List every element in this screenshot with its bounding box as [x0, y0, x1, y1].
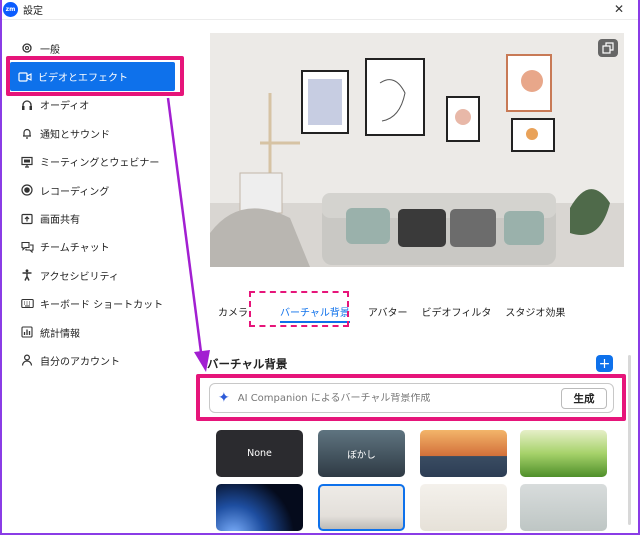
- thumbnail-living-room[interactable]: [318, 484, 405, 531]
- thumbnail-grass[interactable]: [520, 430, 607, 477]
- sidebar-item-accessibility[interactable]: アクセシビリティ: [0, 261, 200, 289]
- sidebar-item-label: チームチャット: [40, 243, 110, 255]
- ai-prompt-input[interactable]: [237, 392, 548, 404]
- sidebar-item-label: オーディオ: [40, 101, 90, 113]
- tab-avatar[interactable]: アバター: [368, 302, 408, 323]
- person-icon: [20, 353, 34, 367]
- sidebar-item-label: 一般: [40, 44, 60, 56]
- sidebar-item-meetings[interactable]: ミーティングとウェビナー: [0, 148, 200, 176]
- title-bar: zm 設定 ✕: [0, 0, 640, 20]
- thumbnail-label: ぼかし: [347, 449, 376, 461]
- gear-icon: [20, 41, 34, 55]
- sidebar-item-notifications[interactable]: 通知とサウンド: [0, 119, 200, 147]
- tab-video-filter[interactable]: ビデオフィルタ: [422, 302, 492, 323]
- thumbnail-christmas[interactable]: [420, 484, 507, 531]
- sidebar-item-team-chat[interactable]: チームチャット: [0, 233, 200, 261]
- sparkle-icon: ✦: [218, 390, 230, 406]
- active-tab-highlight-annotation: [249, 291, 349, 327]
- thumbnail-office[interactable]: [520, 484, 607, 531]
- chat-icon: [20, 240, 34, 254]
- ai-companion-box: ✦ 生成: [209, 383, 614, 413]
- add-background-button[interactable]: +: [596, 355, 613, 372]
- sidebar-item-screen-share[interactable]: 画面共有: [0, 204, 200, 232]
- generate-button[interactable]: 生成: [561, 388, 607, 409]
- sidebar-item-keyboard-shortcuts[interactable]: キーボード ショートカット: [0, 290, 200, 318]
- sidebar-item-statistics[interactable]: 統計情報: [0, 318, 200, 346]
- sidebar-item-label: 画面共有: [40, 215, 80, 227]
- close-button[interactable]: ✕: [614, 2, 624, 16]
- sidebar-item-label: 自分のアカウント: [40, 356, 120, 368]
- sidebar-item-label: キーボード ショートカット: [40, 300, 164, 312]
- sidebar-item-recording[interactable]: レコーディング: [0, 176, 200, 204]
- thumbnail-golden-gate[interactable]: [420, 430, 507, 477]
- sidebar-item-label: ミーティングとウェビナー: [40, 158, 160, 170]
- section-title: バーチャル背景: [207, 357, 288, 371]
- thumbnail-label: None: [247, 448, 272, 459]
- keyboard-icon: [20, 297, 34, 311]
- living-room-background-image: [210, 33, 624, 267]
- pop-out-icon[interactable]: [598, 39, 618, 57]
- thumbnail-none[interactable]: None: [216, 430, 303, 477]
- thumbnail-earth[interactable]: [216, 484, 303, 531]
- accessibility-icon: [20, 268, 34, 282]
- headphones-icon: [20, 98, 34, 112]
- zoom-logo-icon: zm: [3, 2, 18, 17]
- sidebar-item-label: レコーディング: [40, 186, 110, 198]
- sidebar-item-label: 通知とサウンド: [40, 129, 110, 141]
- bell-icon: [20, 126, 34, 140]
- tab-camera[interactable]: カメラ: [218, 302, 248, 323]
- share-screen-icon: [20, 212, 34, 226]
- sidebar-item-my-account[interactable]: 自分のアカウント: [0, 346, 200, 374]
- camera-preview: [210, 33, 624, 267]
- window-title: 設定: [23, 6, 43, 17]
- scrollbar[interactable]: [628, 355, 631, 525]
- statistics-icon: [20, 325, 34, 339]
- sidebar-item-label: アクセシビリティ: [40, 271, 119, 283]
- thumbnail-blur[interactable]: ぼかし: [318, 430, 405, 477]
- tab-studio-effects[interactable]: スタジオ効果: [505, 302, 565, 323]
- record-icon: [20, 183, 34, 197]
- monitor-icon: [20, 155, 34, 169]
- sidebar-item-label: 統計情報: [40, 328, 80, 340]
- active-item-highlight-annotation: [6, 56, 184, 96]
